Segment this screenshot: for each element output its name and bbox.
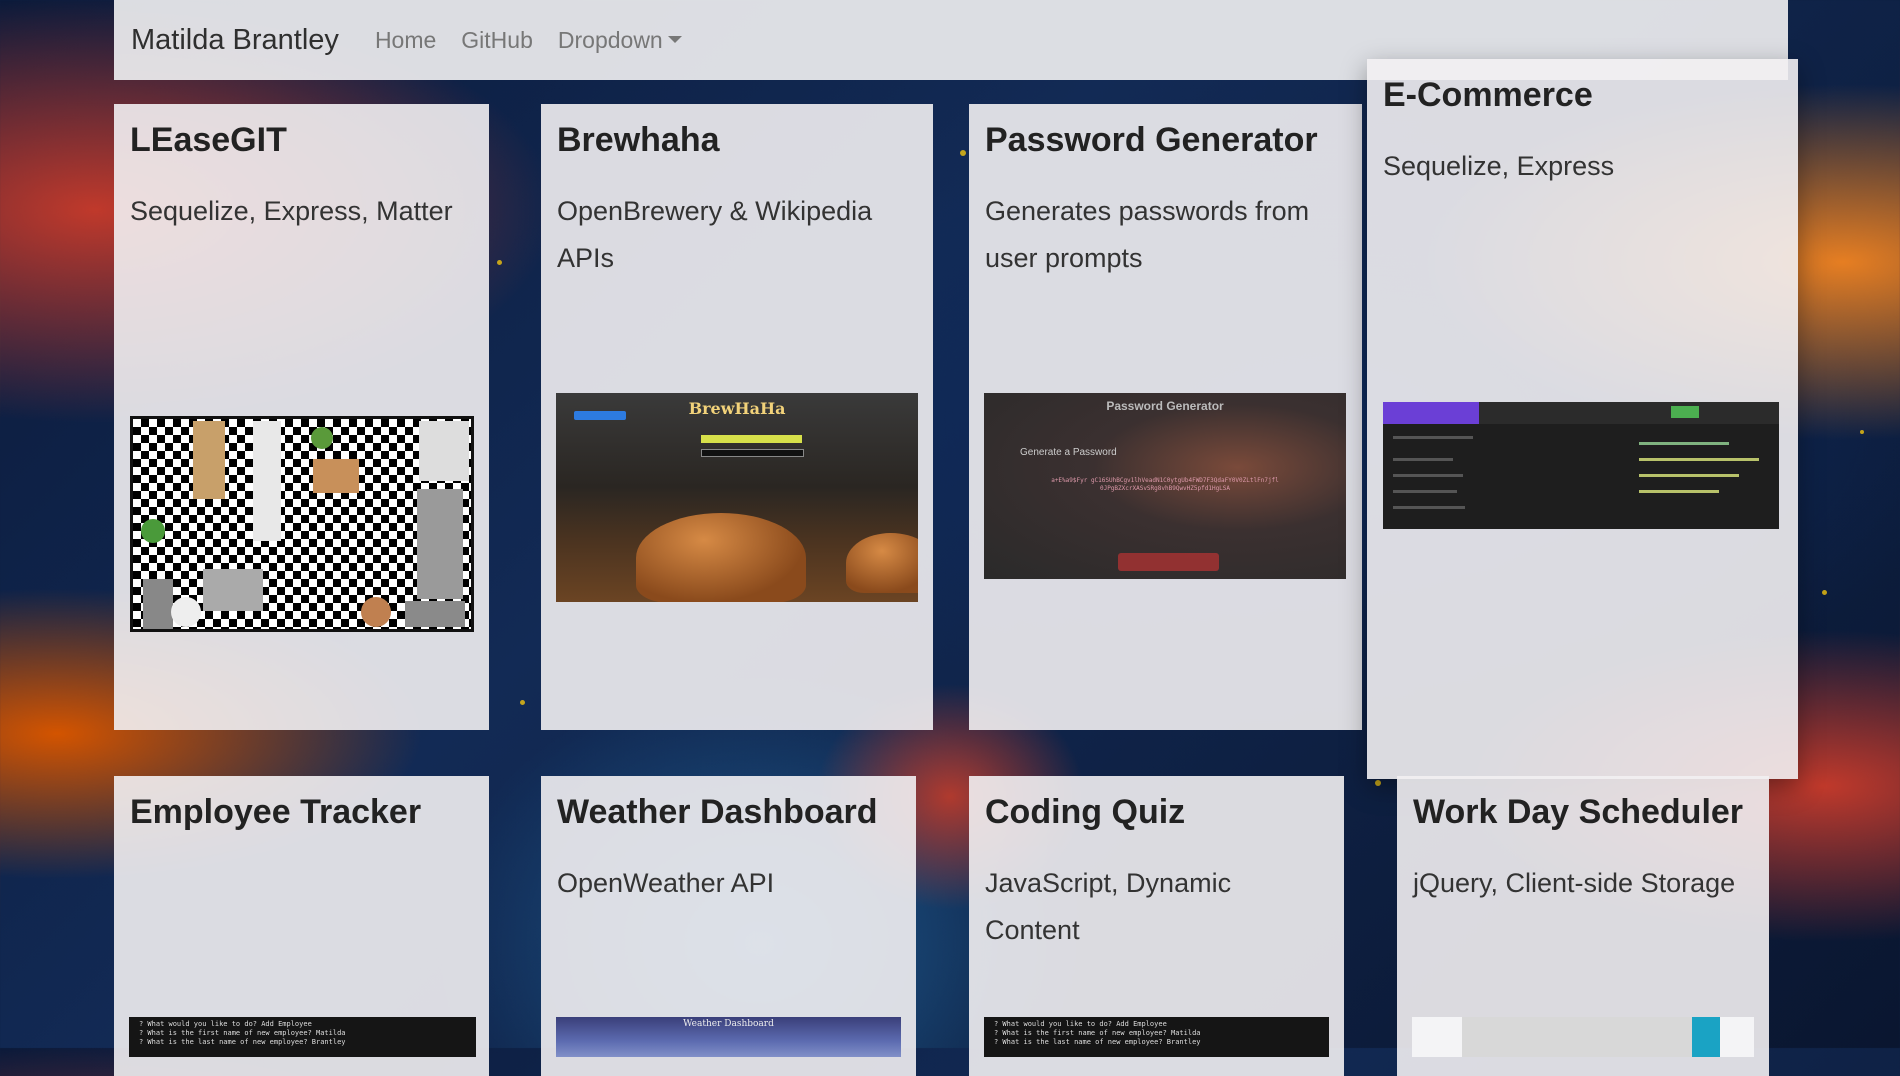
project-tech: Sequelize, Express [1383,150,1615,181]
scheduler-screenshot [1412,1017,1754,1057]
caret-down-icon [667,36,682,44]
furniture-shape [193,421,225,499]
screenshot-heading: Password Generator [1106,399,1224,413]
dropdown-label: Dropdown [557,26,663,53]
furniture-shape [405,601,465,627]
project-card-work-day-scheduler[interactable]: Work Day Scheduler jQuery, Client-side S… [1397,776,1769,1076]
project-tech: JavaScript, Dynamic Content [985,867,1232,945]
furniture-shape [417,489,463,599]
terminal-line: ? What is the first name of new employee… [139,1029,346,1037]
project-tech: OpenBrewery & Wikipedia APIs [557,195,873,273]
line-shape [1393,474,1463,477]
furniture-shape [143,579,173,629]
project-title: Password Generator [985,121,1318,159]
screenshot-subheading: Generate a Password [1020,447,1117,458]
terminal-screenshot: ? What would you like to do? Add Employe… [984,1017,1329,1057]
password-app-screenshot: Password Generator Generate a Password a… [984,393,1346,579]
project-tech: Generates passwords from user prompts [985,195,1310,273]
screenshot-searchbar [700,449,805,457]
floor-plan-screenshot [130,416,474,632]
save-button-shape [1692,1017,1720,1057]
background-speck [1375,780,1381,786]
project-title: LEaseGIT [130,121,287,159]
project-title: E-Commerce [1383,76,1593,114]
terminal-line: ? What is the last name of new employee?… [139,1038,346,1046]
project-tech: OpenWeather API [557,867,775,898]
project-title: Employee Tracker [130,793,422,831]
line-shape [1639,458,1759,461]
furniture-shape [419,421,469,481]
api-client-screenshot [1383,402,1779,529]
project-tech: Sequelize, Express, Matter [130,195,453,226]
toolbar-shape [1383,402,1479,424]
weather-app-screenshot: Weather Dashboard [556,1017,901,1057]
project-card-coding-quiz[interactable]: Coding Quiz JavaScript, Dynamic Content … [969,776,1344,1076]
screenshot-searchbar [700,435,803,443]
furniture-shape [171,597,201,627]
nav-github-link[interactable]: GitHub [461,27,533,54]
project-tech: jQuery, Client-side Storage [1413,867,1736,898]
furniture-shape [203,569,263,611]
terminal-line: ? What is the last name of new employee?… [994,1038,1201,1046]
project-card-password-generator[interactable]: Password Generator Generates passwords f… [969,104,1362,730]
project-title: Coding Quiz [985,793,1186,831]
line-shape [1393,436,1473,439]
line-shape [1639,490,1719,493]
row-shape [1462,1017,1692,1057]
screenshot-heading: Weather Dashboard [683,1019,774,1029]
project-card-employee-tracker[interactable]: Employee Tracker ? What would you like t… [114,776,489,1076]
nav-dropdown-toggle[interactable]: Dropdown [558,27,682,54]
terminal-line: ? What is the first name of new employee… [994,1029,1201,1037]
kettle-shape [846,533,918,593]
screenshot-button [1117,553,1220,571]
line-shape [1639,474,1739,477]
terminal-line: ? What would you like to do? Add Employe… [139,1020,312,1028]
plant-shape [141,519,165,543]
toolbar-shape [1671,406,1699,418]
project-title: Brewhaha [557,121,720,159]
background-speck [1822,590,1827,595]
background-speck [960,150,966,156]
kettle-shape [636,513,806,602]
terminal-screenshot: ? What would you like to do? Add Employe… [129,1017,476,1057]
brand-name[interactable]: Matilda Brantley [131,24,339,57]
background-speck [1860,430,1864,434]
background-speck [497,260,502,265]
project-card-ecommerce[interactable]: E-Commerce Sequelize, Express [1367,59,1798,779]
screenshot-button [574,411,626,420]
line-shape [1393,506,1465,509]
terminal-line: ? What would you like to do? Add Employe… [994,1020,1167,1028]
project-card-leasegit[interactable]: LEaseGIT Sequelize, Express, Matter [114,104,489,730]
line-shape [1393,458,1453,461]
line-shape [1639,442,1729,445]
furniture-shape [361,597,391,627]
plant-shape [311,427,333,449]
project-card-weather-dashboard[interactable]: Weather Dashboard OpenWeather API Weathe… [541,776,916,1076]
screenshot-output: a+E%a9$Fyr gC16SUhBCgv1lhVeadN1C0ytgUb4F… [1051,477,1279,492]
project-title: Work Day Scheduler [1413,793,1744,831]
furniture-shape [313,459,359,493]
background-speck [520,700,525,705]
nav-home-link[interactable]: Home [375,27,436,54]
furniture-shape [253,421,281,541]
project-card-brewhaha[interactable]: Brewhaha OpenBrewery & Wikipedia APIs Br… [541,104,933,730]
project-title: Weather Dashboard [557,793,878,831]
brewery-app-screenshot: BrewHaHa [556,393,918,602]
line-shape [1393,490,1457,493]
